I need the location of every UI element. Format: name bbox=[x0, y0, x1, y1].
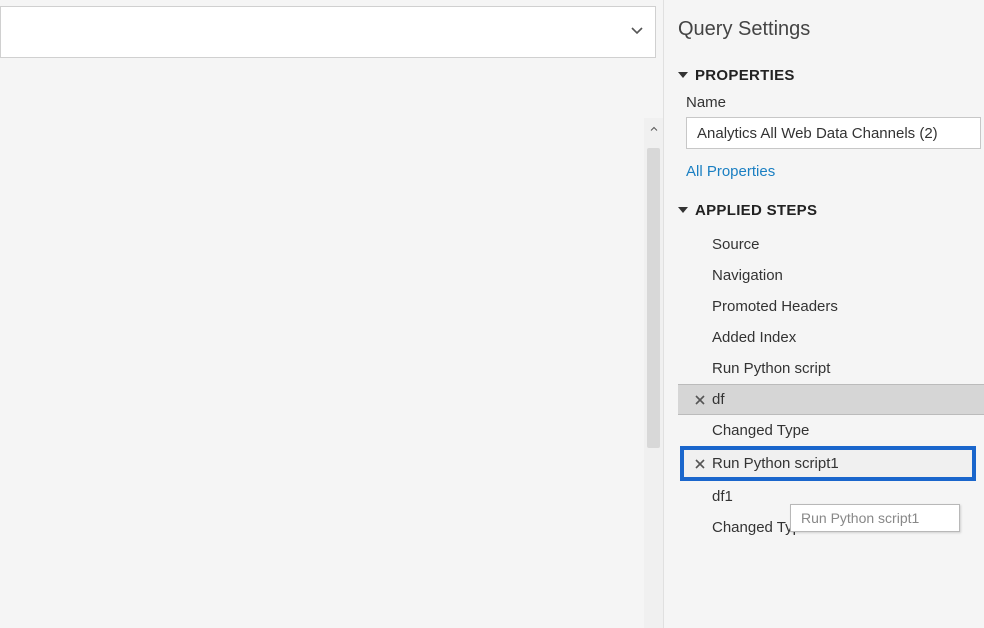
caret-down-icon bbox=[678, 202, 690, 219]
step-label: Promoted Headers bbox=[712, 298, 838, 315]
applied-steps-list: Source Navigation Promoted Headers Added… bbox=[684, 229, 984, 543]
step-label: df bbox=[712, 391, 725, 408]
step-source[interactable]: Source bbox=[684, 229, 978, 260]
vertical-scrollbar[interactable] bbox=[644, 118, 663, 628]
step-run-python-script1[interactable]: Run Python script1 bbox=[680, 446, 976, 481]
properties-header-label: PROPERTIES bbox=[695, 67, 795, 84]
step-navigation[interactable]: Navigation bbox=[684, 260, 978, 291]
step-tooltip: Run Python script1 bbox=[790, 504, 960, 532]
step-run-python-script[interactable]: Run Python script bbox=[684, 353, 978, 384]
step-label: Run Python script bbox=[712, 360, 830, 377]
step-df[interactable]: df bbox=[678, 384, 984, 415]
applied-steps-header[interactable]: APPLIED STEPS bbox=[678, 202, 984, 219]
step-label: Run Python script1 bbox=[712, 455, 839, 472]
properties-header[interactable]: PROPERTIES bbox=[678, 67, 984, 84]
formula-bar-dropdown[interactable] bbox=[0, 6, 656, 58]
step-promoted-headers[interactable]: Promoted Headers bbox=[684, 291, 978, 322]
step-label: Source bbox=[712, 236, 760, 253]
step-label: Changed Type bbox=[712, 422, 809, 439]
scrollbar-thumb[interactable] bbox=[647, 148, 660, 448]
query-name-input[interactable] bbox=[686, 117, 981, 149]
panel-title: Query Settings bbox=[678, 18, 984, 41]
tooltip-text: Run Python script1 bbox=[801, 510, 919, 526]
step-added-index[interactable]: Added Index bbox=[684, 322, 978, 353]
step-label: df1 bbox=[712, 488, 733, 505]
chevron-down-icon[interactable] bbox=[627, 21, 647, 44]
name-label: Name bbox=[686, 94, 984, 111]
scroll-up-icon[interactable] bbox=[644, 118, 663, 140]
step-changed-type[interactable]: Changed Type bbox=[684, 415, 978, 446]
step-label: Added Index bbox=[712, 329, 796, 346]
properties-body: Name All Properties bbox=[682, 94, 984, 180]
caret-down-icon bbox=[678, 67, 690, 84]
query-settings-panel: Query Settings PROPERTIES Name All Prope… bbox=[663, 0, 984, 628]
main-content-pane bbox=[0, 0, 663, 628]
all-properties-link[interactable]: All Properties bbox=[686, 163, 984, 180]
delete-step-icon[interactable] bbox=[692, 456, 708, 472]
delete-step-icon[interactable] bbox=[692, 392, 708, 408]
applied-steps-header-label: APPLIED STEPS bbox=[695, 202, 817, 219]
step-label: Navigation bbox=[712, 267, 783, 284]
